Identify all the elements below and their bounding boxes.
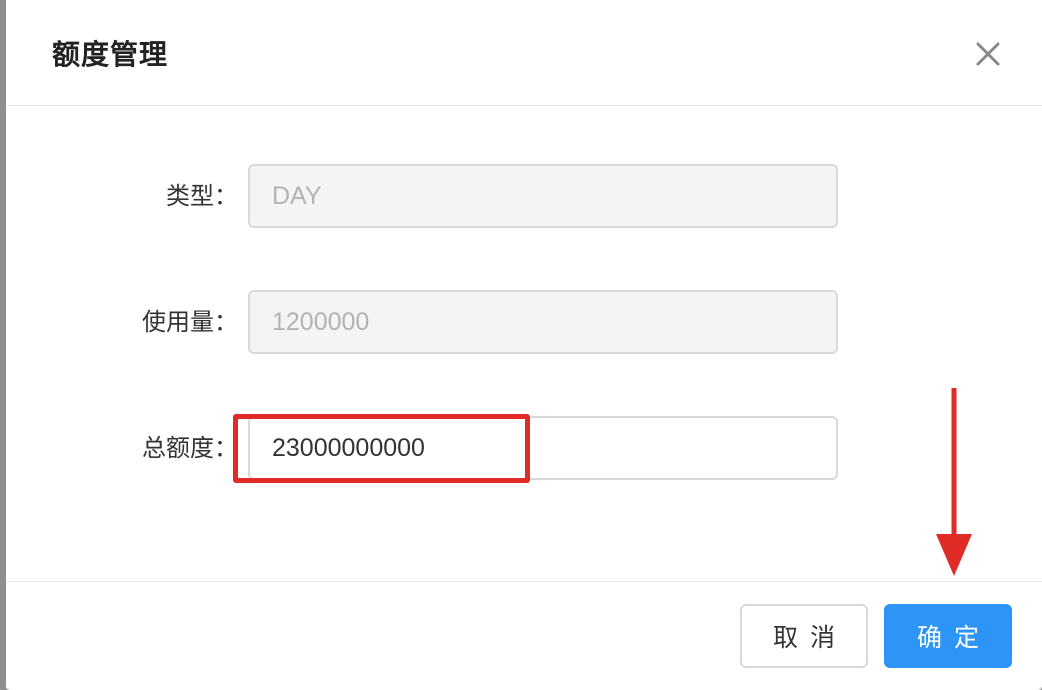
form-row-usage: 使用量： bbox=[6, 290, 1042, 354]
type-label: 类型： bbox=[166, 182, 238, 210]
total-quota-input[interactable] bbox=[248, 416, 838, 480]
dialog-title: 额度管理 bbox=[52, 38, 169, 71]
close-icon bbox=[976, 42, 1000, 66]
form-row-type: 类型： bbox=[6, 164, 1042, 228]
form-row-total: 总额度： bbox=[6, 416, 1042, 480]
quota-management-dialog: 额度管理 类型： 使用量： 总额度： 取消 确定 bbox=[6, 0, 1042, 690]
close-button[interactable] bbox=[970, 36, 1006, 72]
footer-divider bbox=[6, 581, 1042, 582]
cancel-button[interactable]: 取消 bbox=[740, 604, 868, 668]
confirm-button[interactable]: 确定 bbox=[884, 604, 1012, 668]
dialog-header: 额度管理 bbox=[6, 0, 1042, 106]
annotation-arrow-icon bbox=[936, 388, 972, 576]
type-input[interactable] bbox=[248, 164, 838, 228]
total-quota-label: 总额度： bbox=[142, 434, 238, 462]
usage-label: 使用量： bbox=[142, 308, 238, 336]
usage-input[interactable] bbox=[248, 290, 838, 354]
